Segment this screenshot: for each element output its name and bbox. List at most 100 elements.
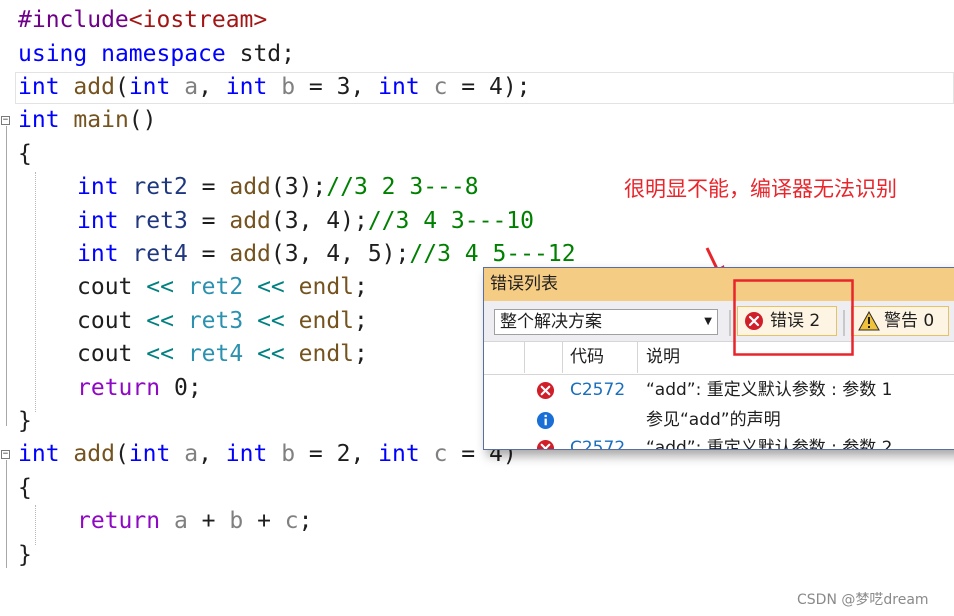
endl: endl [298, 308, 355, 334]
code-line-close-brace: } [18, 408, 32, 434]
column-divider [562, 342, 563, 373]
code-line-main: int main() [18, 107, 157, 133]
operator: << [257, 341, 285, 367]
column-header-code[interactable]: 代码 [570, 342, 604, 372]
error-description: “add”: 重定义默认参数 : 参数 1 [646, 380, 893, 400]
code-line-ret2: int ret2 = add(3);//3 2 3---8 [77, 174, 479, 200]
operator: << [146, 274, 174, 300]
operator: << [146, 308, 174, 334]
fold-toggle-add[interactable]: − [1, 450, 10, 459]
column-divider [524, 342, 525, 373]
keyword: int [18, 74, 60, 100]
keyword: int [18, 107, 60, 133]
keyword: namespace [101, 41, 226, 67]
code-line-ret3: int ret3 = add(3, 4);//3 4 3---10 [77, 208, 534, 234]
keyword: int [225, 441, 268, 467]
default-value: 3 [336, 74, 351, 100]
function-name: add [229, 241, 271, 267]
function-name: main [73, 107, 129, 133]
variable-name: ret2 [132, 174, 188, 200]
operator: << [257, 274, 285, 300]
keyword: int [128, 74, 171, 100]
function-name: add [229, 208, 271, 234]
namespace-name: std [239, 41, 282, 67]
error-row[interactable]: 参见“add”的声明 [484, 405, 954, 435]
cout: cout [77, 274, 133, 300]
keyword: return [77, 375, 161, 401]
keyword: int [128, 441, 171, 467]
error-description: 参见“add”的声明 [646, 410, 781, 430]
code-line-open-brace: { [18, 475, 32, 501]
function-name: add [73, 441, 115, 467]
call-args: (3); [270, 174, 327, 200]
variable-name: ret3 [187, 308, 244, 334]
warnings-filter-label: 警告 0 [884, 311, 935, 331]
column-header-description[interactable]: 说明 [646, 342, 680, 372]
return-value: 0 [173, 375, 188, 401]
code-line-return-sum: return a + b + c; [77, 508, 313, 534]
code-line-declaration: int add(int a, int b = 3, int c = 4); [18, 74, 531, 100]
scope-dropdown[interactable]: 整个解决方案 ▼ [494, 309, 718, 335]
endl: endl [298, 341, 355, 367]
watermark: CSDN @梦呓dream [797, 592, 929, 608]
keyword: return [77, 508, 161, 534]
error-row[interactable]: C2572 “add”: 重定义默认参数 : 参数 2 [484, 433, 954, 450]
error-code-link[interactable]: C2572 [570, 375, 625, 405]
keyword: int [77, 241, 119, 267]
variable-name: ret4 [187, 341, 244, 367]
variable-name: ret2 [187, 274, 244, 300]
param-name: b [281, 74, 296, 100]
annotation-text: 很明显不能，编译器无法识别 [624, 177, 897, 201]
default-value: 2 [336, 441, 351, 467]
error-list-title[interactable]: 错误列表 [484, 268, 954, 301]
code-line-open-brace: { [18, 141, 32, 167]
code-line-using: using namespace std; [18, 41, 295, 67]
scope-guide-main [6, 126, 7, 426]
code-line-close-brace: } [18, 542, 32, 568]
scope-dropdown-value: 整个解决方案 [500, 312, 602, 332]
indent-guide-add [35, 505, 36, 545]
error-list-header: 代码 说明 [484, 341, 954, 375]
include-header: <iostream> [128, 7, 268, 33]
cout: cout [77, 341, 133, 367]
param-name: a [173, 508, 188, 534]
error-description: “add”: 重定义默认参数 : 参数 2 [646, 438, 893, 450]
variable-name: ret4 [132, 241, 188, 267]
fold-toggle-main[interactable]: − [1, 116, 10, 125]
keyword: int [18, 441, 60, 467]
function-name: add [229, 174, 271, 200]
variable-name: ret3 [132, 208, 188, 234]
param-name: b [281, 441, 296, 467]
param-name: a [184, 74, 199, 100]
operator: << [257, 308, 285, 334]
code-comment: //3 4 3---10 [367, 208, 534, 234]
code-line-include: #include<iostream> [18, 4, 267, 37]
param-name: c [284, 508, 299, 534]
call-args: (3, 4, 5); [270, 241, 410, 267]
keyword: int [77, 174, 119, 200]
keyword: int [77, 208, 119, 234]
keyword: int [378, 441, 420, 467]
param-name: c [433, 74, 448, 100]
error-icon [536, 381, 555, 400]
warning-icon [858, 311, 880, 331]
code-line-definition: int add(int a, int b = 2, int c = 4) [18, 441, 517, 467]
error-code-link[interactable]: C2572 [570, 433, 625, 449]
error-row[interactable]: C2572 “add”: 重定义默认参数 : 参数 1 [484, 375, 954, 405]
code-line-cout-ret3: cout << ret3 << endl; [77, 308, 368, 334]
toolbar-separator [729, 310, 731, 336]
info-icon [536, 411, 555, 430]
keyword: int [378, 74, 420, 100]
param-name: c [433, 441, 448, 467]
code-comment: //3 2 3---8 [326, 174, 479, 200]
call-args: (3, 4); [270, 208, 368, 234]
param-name: b [229, 508, 244, 534]
operator: << [146, 341, 174, 367]
warnings-filter-button[interactable]: 警告 0 [851, 306, 949, 336]
error-icon [536, 439, 555, 449]
indent-guide-main [35, 172, 36, 412]
cout: cout [77, 308, 133, 334]
error-list-panel[interactable]: 错误列表 整个解决方案 ▼ 错误 2 警告 0 代码 说明 C2572 “add… [483, 267, 954, 450]
code-comment: //3 4 5---12 [409, 241, 576, 267]
highlight-box [733, 279, 854, 356]
